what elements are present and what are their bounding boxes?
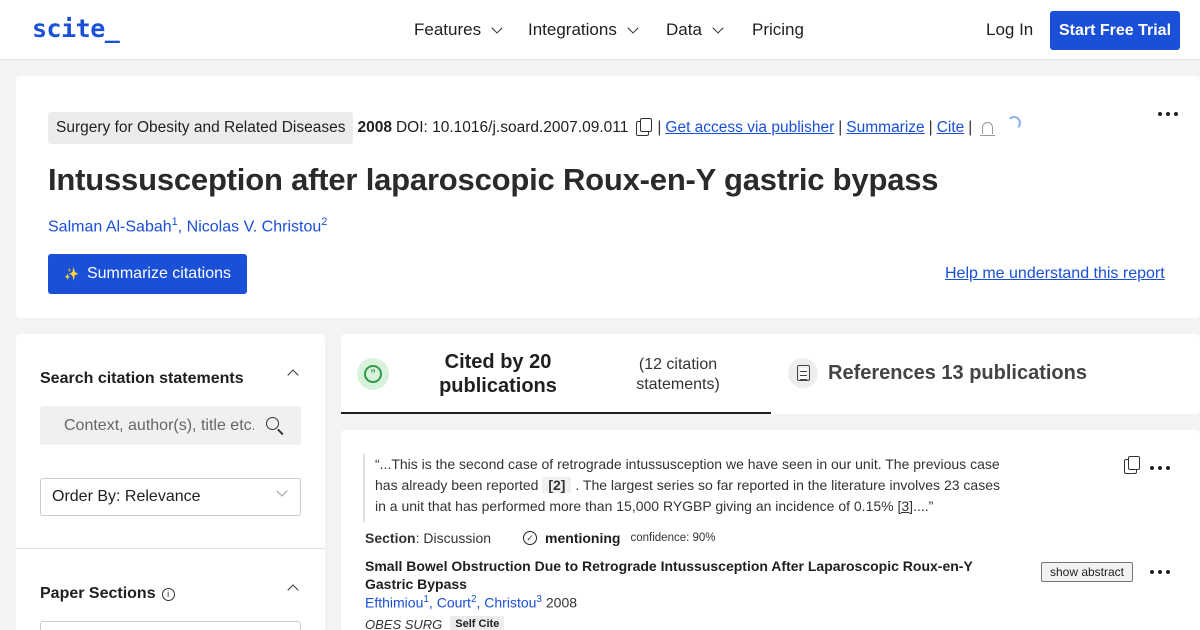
nav-pricing[interactable]: Pricing bbox=[752, 20, 804, 40]
nav-integrations[interactable]: Integrations bbox=[528, 20, 639, 40]
nav-features-label: Features bbox=[414, 20, 482, 39]
quote-bubble-icon: ” bbox=[357, 358, 389, 390]
author-affiliation-number: 1 bbox=[171, 216, 178, 228]
reference-marker[interactable]: [2] bbox=[542, 477, 572, 493]
cite-link[interactable]: Cite bbox=[937, 119, 965, 137]
nav-features[interactable]: Features bbox=[414, 20, 503, 40]
summarize-link[interactable]: Summarize bbox=[846, 119, 924, 137]
journal-name: OBES SURG bbox=[365, 616, 443, 630]
author-link[interactable]: Christou bbox=[484, 595, 536, 611]
scite-logo[interactable]: scite_ bbox=[32, 14, 120, 43]
paper-sections-select[interactable] bbox=[40, 621, 301, 630]
citation-tabs: ” Cited by 20 publications (12 citation … bbox=[341, 334, 1200, 414]
order-by-select[interactable]: Order By: Relevance bbox=[40, 478, 301, 516]
self-cite-badge: Self Cite bbox=[450, 616, 505, 630]
top-navbar: scite_ Features Integrations Data Pricin… bbox=[0, 0, 1200, 60]
paper-authors: Salman Al-Sabah1, Nicolas V. Christou2 bbox=[48, 216, 328, 236]
author-affiliation-number: 2 bbox=[470, 594, 477, 605]
chevron-up-icon[interactable] bbox=[287, 584, 299, 596]
citation-search-input[interactable] bbox=[64, 416, 254, 435]
citing-publication-title[interactable]: Small Bowel Obstruction Due to Retrograd… bbox=[365, 557, 1005, 593]
chevron-down-icon bbox=[491, 22, 503, 34]
chevron-up-icon[interactable] bbox=[287, 369, 299, 381]
citation-type: mentioning bbox=[545, 530, 621, 546]
search-icon[interactable] bbox=[266, 417, 279, 430]
document-icon bbox=[788, 358, 818, 388]
citation-section-row: Section: Discussion ✓ mentioning confide… bbox=[365, 530, 716, 546]
citation-search-field[interactable] bbox=[40, 406, 301, 445]
separator: | bbox=[928, 119, 933, 136]
nav-integrations-label: Integrations bbox=[528, 20, 617, 39]
get-access-link[interactable]: Get access via publisher bbox=[665, 119, 834, 137]
divider bbox=[16, 548, 325, 549]
order-by-value: Order By: Relevance bbox=[52, 488, 201, 505]
paper-sections-heading: Paper Sections i bbox=[40, 585, 175, 603]
paper-sections-label: Paper Sections bbox=[40, 585, 156, 602]
author-affiliation-number: 1 bbox=[423, 594, 429, 605]
nav-data-label: Data bbox=[666, 20, 702, 39]
author-link[interactable]: Efthimiou bbox=[365, 595, 423, 611]
loading-spinner-icon bbox=[1007, 116, 1022, 130]
paper-year: 2008 bbox=[357, 119, 392, 136]
show-abstract-button[interactable]: show abstract bbox=[1041, 562, 1133, 582]
more-options-icon[interactable] bbox=[1150, 570, 1170, 574]
nav-data[interactable]: Data bbox=[666, 20, 724, 40]
citation-quote: “...This is the second case of retrograd… bbox=[363, 454, 1007, 522]
confidence-score: confidence: 90% bbox=[630, 532, 716, 544]
chevron-down-icon bbox=[627, 22, 639, 34]
citation-statements-count: (12 citation statements) bbox=[636, 356, 720, 393]
copy-icon[interactable] bbox=[636, 117, 653, 136]
author-link[interactable]: Salman Al-Sabah bbox=[48, 218, 172, 235]
citation-filters-sidebar: Search citation statements Order By: Rel… bbox=[16, 334, 325, 630]
summarize-citations-label: Summarize citations bbox=[86, 265, 231, 282]
author-affiliation-number: 3 bbox=[536, 594, 542, 605]
author-affiliation-number: 2 bbox=[321, 216, 328, 228]
publication-year: 2008 bbox=[545, 594, 578, 611]
reference-marker[interactable]: [3] bbox=[897, 498, 913, 514]
paper-title: Intussusception after laparoscopic Roux-… bbox=[48, 162, 939, 197]
section-label: Section bbox=[365, 530, 416, 546]
cited-by-count: Cited by 20 publications bbox=[439, 351, 557, 397]
separator: | bbox=[657, 119, 662, 136]
author-link[interactable]: Court bbox=[437, 595, 471, 611]
help-understand-report-link[interactable]: Help me understand this report bbox=[945, 265, 1165, 283]
bell-icon[interactable] bbox=[980, 122, 996, 136]
more-options-icon[interactable] bbox=[1158, 112, 1178, 116]
tab-cited-by[interactable]: ” Cited by 20 publications (12 citation … bbox=[341, 334, 771, 414]
summarize-citations-button[interactable]: ✨ Summarize citations bbox=[48, 254, 247, 294]
nav-pricing-label: Pricing bbox=[752, 20, 804, 39]
author-link[interactable]: Nicolas V. Christou bbox=[187, 218, 322, 235]
separator: | bbox=[968, 119, 973, 136]
search-citation-heading: Search citation statements bbox=[40, 370, 244, 387]
login-link[interactable]: Log In bbox=[986, 20, 1033, 40]
paper-doi: DOI: 10.1016/j.soard.2007.09.011 bbox=[395, 119, 629, 136]
more-options-icon[interactable] bbox=[1150, 466, 1170, 470]
chevron-down-icon bbox=[276, 485, 288, 497]
citation-statement-card: “...This is the second case of retrograd… bbox=[341, 430, 1200, 630]
paper-header-card: Surgery for Obesity and Related Diseases… bbox=[16, 76, 1200, 318]
separator: | bbox=[838, 119, 843, 136]
citing-publication-authors: Efthimiou1, Court2, Christou3 2008 bbox=[365, 594, 578, 611]
tab-references[interactable]: References 13 publications bbox=[788, 358, 1087, 388]
check-circle-icon: ✓ bbox=[523, 531, 538, 545]
section-value: : Discussion bbox=[415, 530, 492, 546]
chevron-down-icon bbox=[712, 22, 724, 34]
citing-publication-journal: OBES SURG Self Cite bbox=[365, 616, 505, 630]
journal-chip[interactable]: Surgery for Obesity and Related Diseases bbox=[48, 112, 354, 144]
magic-wand-icon: ✨ bbox=[64, 267, 79, 281]
quote-end: ....” bbox=[913, 498, 934, 514]
info-icon[interactable]: i bbox=[161, 587, 175, 601]
references-label: References 13 publications bbox=[828, 361, 1087, 384]
copy-icon[interactable] bbox=[1124, 456, 1140, 474]
start-free-trial-button[interactable]: Start Free Trial bbox=[1050, 11, 1180, 50]
paper-meta-row: Surgery for Obesity and Related Diseases… bbox=[48, 112, 1022, 144]
